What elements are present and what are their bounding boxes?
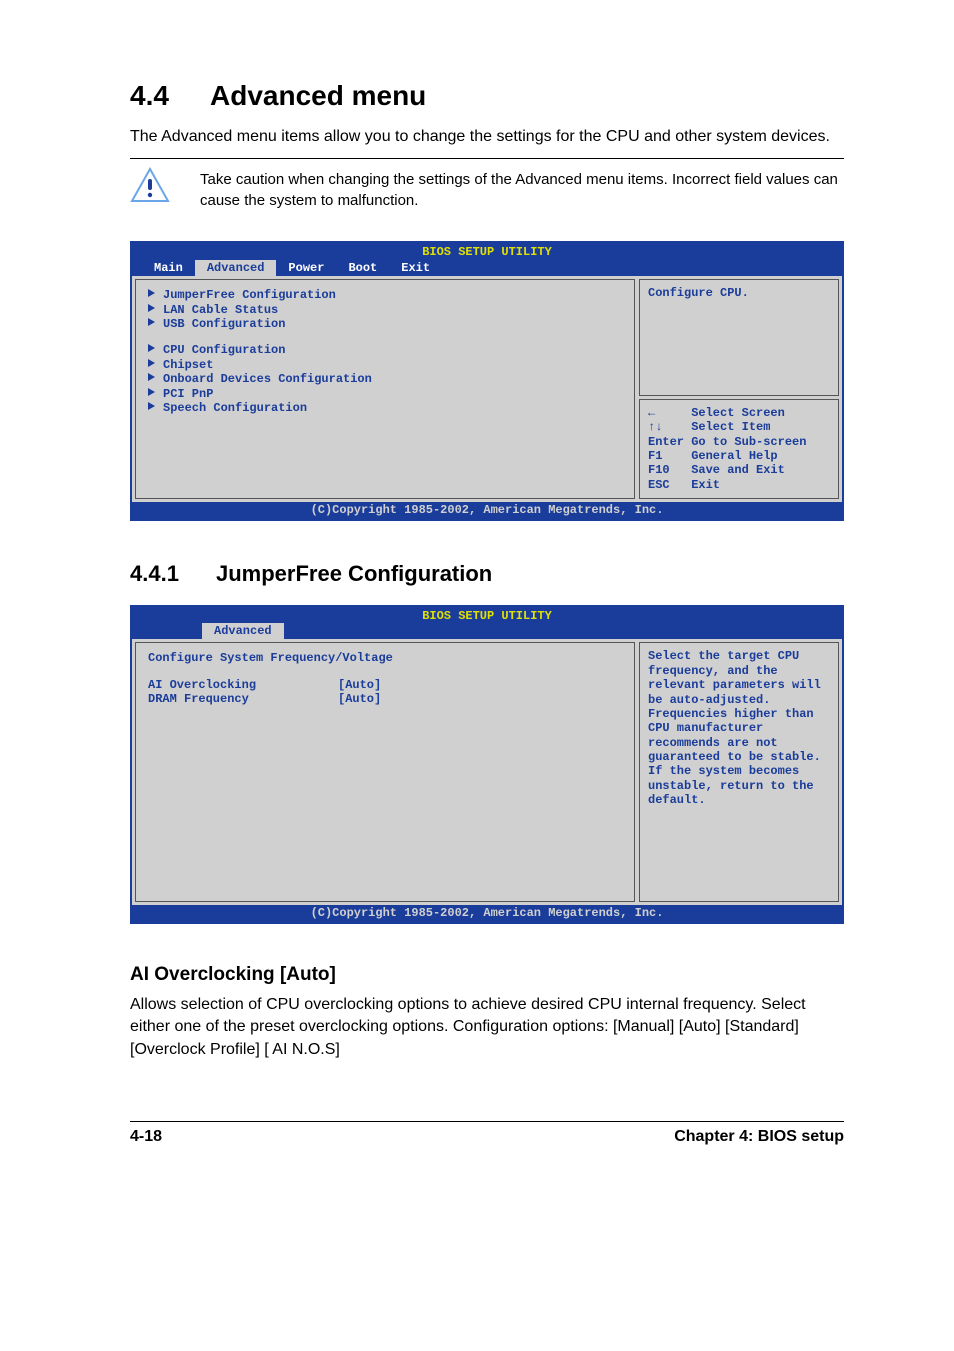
subsection-heading: 4.4.1JumperFree Configuration [130, 561, 844, 587]
tab-exit[interactable]: Exit [389, 260, 442, 276]
setting-value: [Auto] [338, 678, 381, 692]
bios-menu-pane: JumperFree Configuration LAN Cable Statu… [135, 279, 635, 499]
menu-item[interactable]: LAN Cable Status [148, 303, 622, 317]
bios-title: BIOS SETUP UTILITY [132, 243, 842, 259]
menu-label: LAN Cable Status [163, 303, 278, 317]
subsection-title: JumperFree Configuration [216, 561, 492, 586]
bios-help-text: Configure CPU. [639, 279, 839, 396]
option-heading: AI Overclocking [Auto] [130, 964, 844, 986]
menu-label: PCI PnP [163, 387, 213, 401]
section-label: Configure System Frequency/Voltage [148, 651, 622, 665]
tab-advanced[interactable]: Advanced [202, 623, 284, 639]
option-description: Allows selection of CPU overclocking opt… [130, 994, 844, 1061]
submenu-arrow-icon [148, 402, 155, 410]
key-hint: ESC Exit [648, 478, 830, 492]
menu-item[interactable]: USB Configuration [148, 317, 622, 331]
bios-tabs: Advanced [132, 623, 842, 639]
menu-label: Chipset [163, 358, 213, 372]
caution-block: Take caution when changing the settings … [130, 167, 844, 211]
menu-label: CPU Configuration [163, 343, 285, 357]
setting-row[interactable]: DRAM Frequency [Auto] [148, 692, 622, 706]
tab-main[interactable]: Main [142, 260, 195, 276]
menu-label: Speech Configuration [163, 401, 307, 415]
menu-label: JumperFree Configuration [163, 288, 336, 302]
submenu-arrow-icon [148, 373, 155, 381]
setting-value: [Auto] [338, 692, 381, 706]
bios-title: BIOS SETUP UTILITY [132, 607, 842, 623]
submenu-arrow-icon [148, 388, 155, 396]
bios-tabs: Main Advanced Power Boot Exit [132, 260, 842, 276]
submenu-arrow-icon [148, 304, 155, 312]
tab-power[interactable]: Power [276, 260, 336, 276]
menu-label: Onboard Devices Configuration [163, 372, 372, 386]
submenu-arrow-icon [148, 289, 155, 297]
bios-screenshot-jumperfree: BIOS SETUP UTILITY Advanced Configure Sy… [130, 605, 844, 924]
section-number: 4.4 [130, 80, 210, 112]
key-hint: F10 Save and Exit [648, 463, 830, 477]
section-title: Advanced menu [210, 80, 426, 111]
menu-item[interactable]: JumperFree Configuration [148, 288, 622, 302]
page-footer: 4-18 Chapter 4: BIOS setup [130, 1121, 844, 1146]
key-hint: ↑↓ Select Item [648, 420, 830, 434]
bios-key-legend: ← Select Screen ↑↓ Select Item Enter Go … [639, 399, 839, 499]
bios-copyright: (C)Copyright 1985-2002, American Megatre… [132, 502, 842, 518]
chapter-label: Chapter 4: BIOS setup [674, 1128, 844, 1146]
submenu-arrow-icon [148, 359, 155, 367]
menu-label: USB Configuration [163, 317, 285, 331]
key-hint: Enter Go to Sub-screen [648, 435, 830, 449]
bios-copyright: (C)Copyright 1985-2002, American Megatre… [132, 905, 842, 921]
bios-screenshot-advanced: BIOS SETUP UTILITY Main Advanced Power B… [130, 241, 844, 520]
menu-item[interactable]: Chipset [148, 358, 622, 372]
caution-text: Take caution when changing the settings … [200, 167, 844, 211]
divider [130, 158, 844, 159]
bios-help-text: Select the target CPU frequency, and the… [639, 642, 839, 902]
section-heading: 4.4Advanced menu [130, 80, 844, 112]
submenu-arrow-icon [148, 344, 155, 352]
menu-item[interactable]: Onboard Devices Configuration [148, 372, 622, 386]
menu-item[interactable]: PCI PnP [148, 387, 622, 401]
bios-menu-pane: Configure System Frequency/Voltage AI Ov… [135, 642, 635, 902]
tab-advanced[interactable]: Advanced [195, 260, 277, 276]
key-hint: ← Select Screen [648, 406, 830, 420]
menu-item[interactable]: Speech Configuration [148, 401, 622, 415]
intro-text: The Advanced menu items allow you to cha… [130, 126, 844, 148]
tab-boot[interactable]: Boot [336, 260, 389, 276]
key-hint: F1 General Help [648, 449, 830, 463]
page-number: 4-18 [130, 1128, 162, 1146]
submenu-arrow-icon [148, 318, 155, 326]
setting-label: DRAM Frequency [148, 692, 338, 706]
setting-row[interactable]: AI Overclocking [Auto] [148, 678, 622, 692]
setting-label: AI Overclocking [148, 678, 338, 692]
subsection-number: 4.4.1 [130, 561, 216, 587]
menu-item[interactable]: CPU Configuration [148, 343, 622, 357]
warning-icon [130, 167, 170, 203]
